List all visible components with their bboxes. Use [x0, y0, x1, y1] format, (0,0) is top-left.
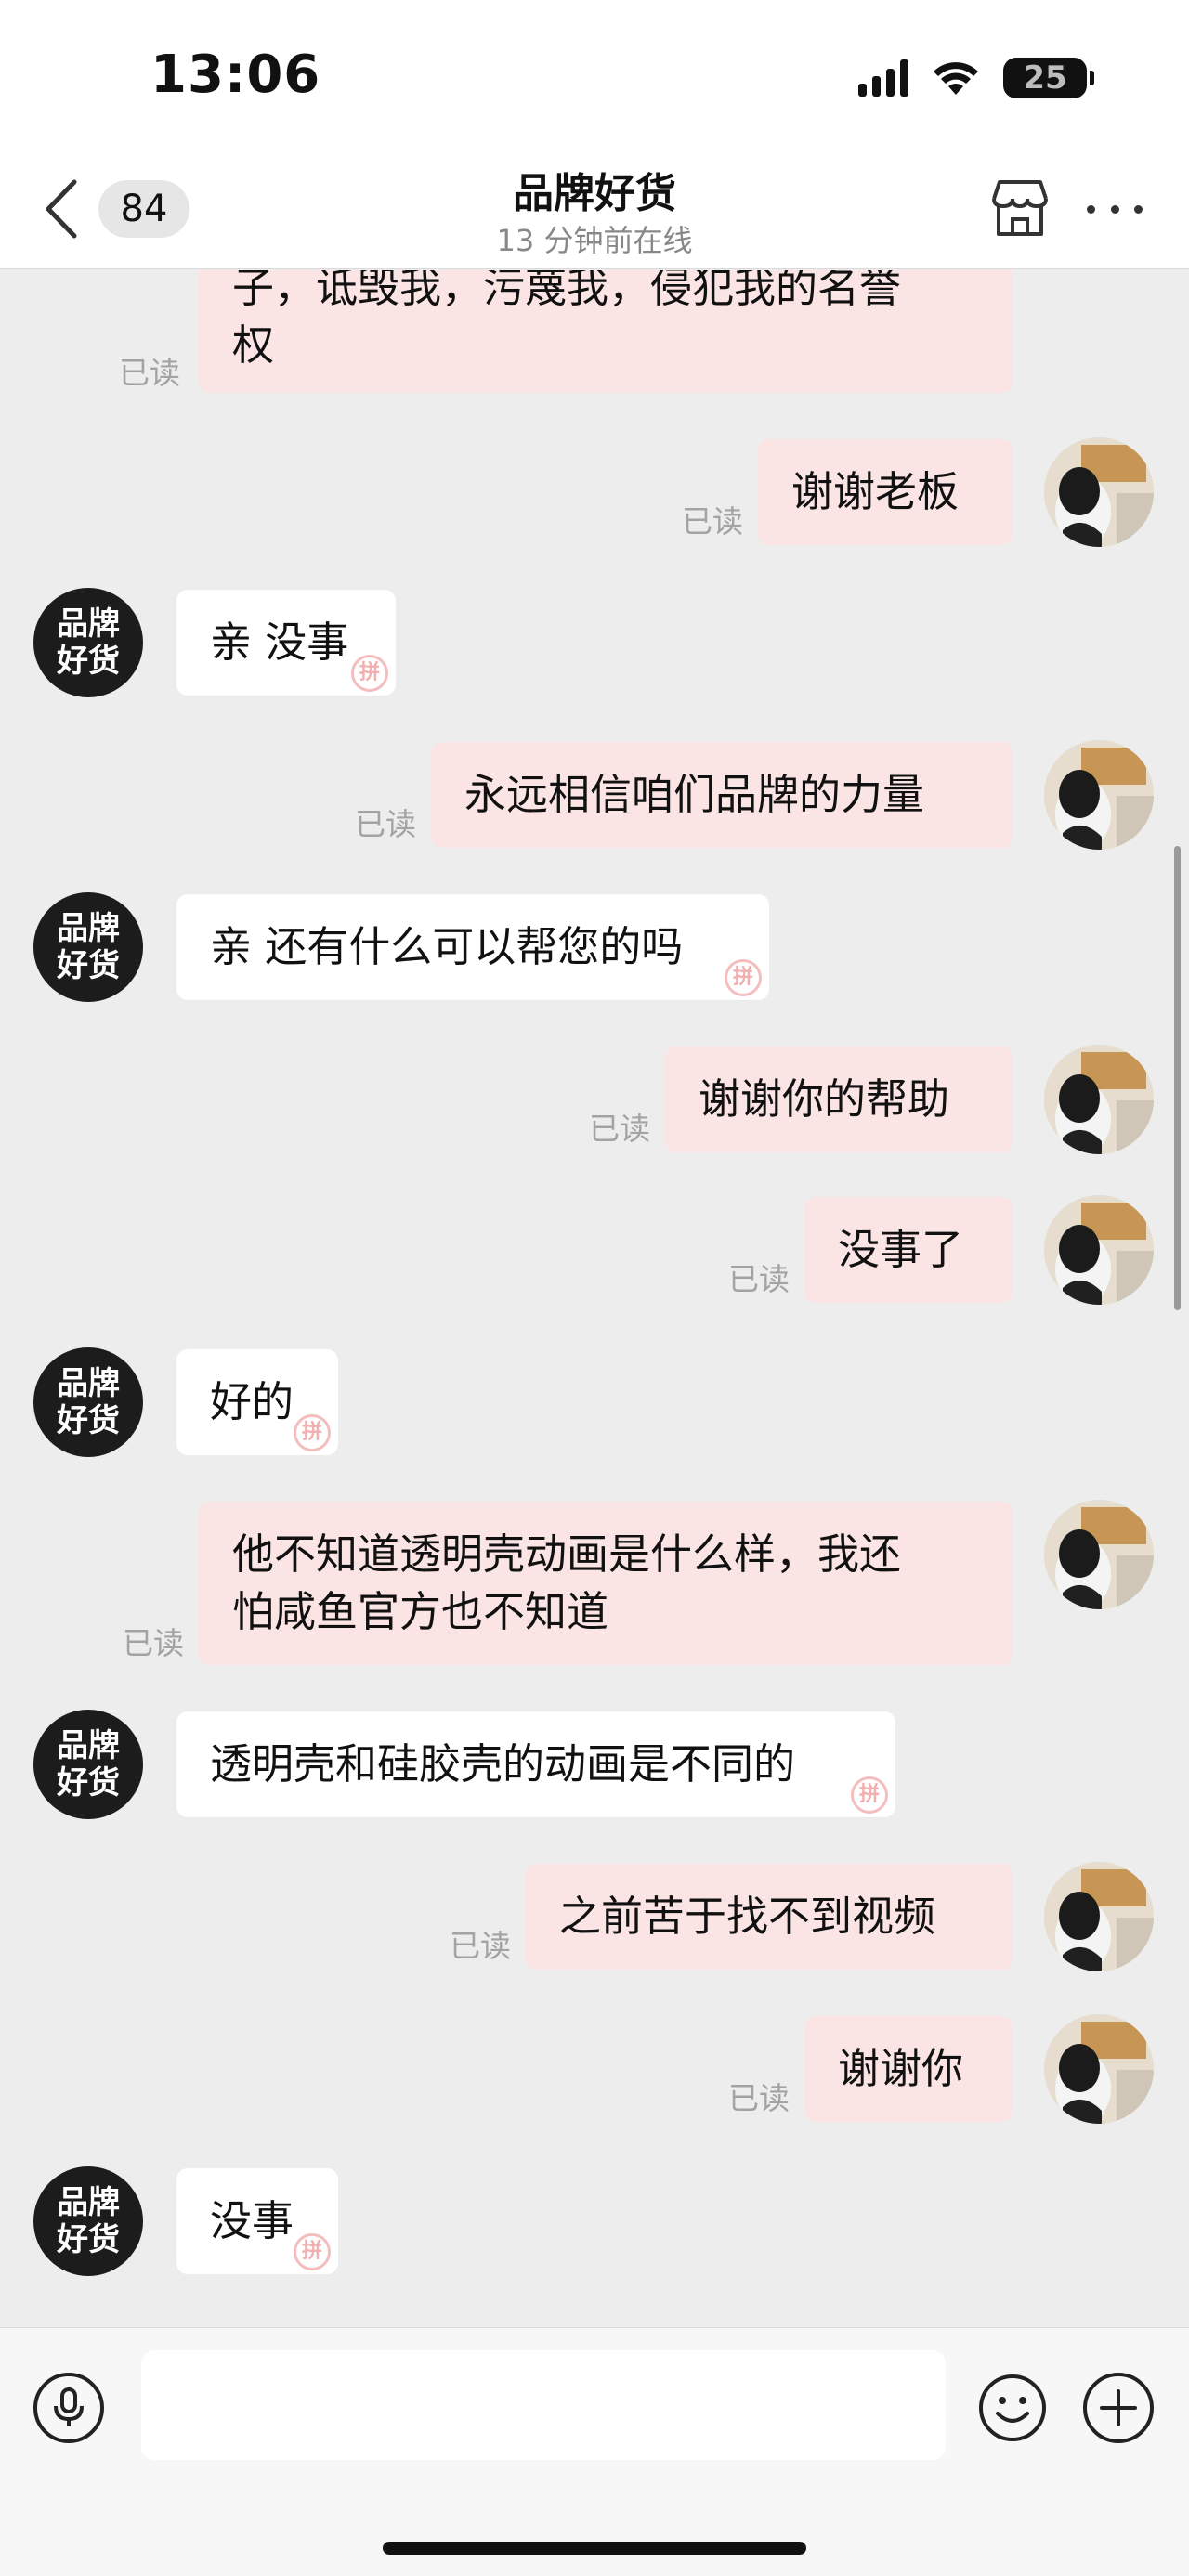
- more-options-button[interactable]: [1087, 186, 1143, 232]
- read-receipt: 已读: [682, 503, 743, 540]
- my-avatar[interactable]: [1044, 740, 1154, 850]
- merchant-stamp-icon: 拼: [851, 1776, 888, 1814]
- avatar-text-line: 品牌: [57, 910, 120, 947]
- shop-avatar[interactable]: 品牌 好货: [33, 892, 143, 1002]
- input-bar: [0, 2327, 1189, 2576]
- shop-avatar[interactable]: 品牌 好货: [33, 588, 143, 697]
- my-avatar[interactable]: [1044, 437, 1154, 547]
- merchant-stamp-icon: 拼: [725, 959, 762, 996]
- my-avatar[interactable]: [1044, 2014, 1154, 2124]
- cat-avatar-image: [1044, 2014, 1154, 2124]
- read-receipt: 已读: [355, 806, 416, 842]
- avatar-text-line: 品牌: [57, 605, 120, 643]
- shop-button[interactable]: [986, 175, 1053, 241]
- read-receipt: 已读: [728, 2080, 790, 2116]
- message-bubble-incoming[interactable]: 透明壳和硅胶壳的动画是不同的 拼: [176, 1711, 895, 1817]
- message-text: 亲 没事: [210, 618, 349, 667]
- my-avatar[interactable]: [1044, 1500, 1154, 1609]
- status-bar: 13:06 25: [0, 0, 1189, 149]
- message-text: 永远相信咱们品牌的力量: [464, 770, 925, 819]
- message-text: 谢谢你的帮助: [699, 1074, 950, 1124]
- cat-avatar-image: [1044, 1500, 1154, 1609]
- wifi-icon: [931, 59, 981, 97]
- battery-level: 25: [1023, 59, 1067, 97]
- message-text: 之前苦于找不到视频: [559, 1892, 936, 1941]
- dot-icon: [1110, 204, 1119, 214]
- avatar-text-line: 好货: [57, 2221, 120, 2258]
- message-bubble-outgoing[interactable]: 谢谢你的帮助: [665, 1047, 1013, 1152]
- message-text: 好的: [210, 1377, 294, 1426]
- status-time: 13:06: [150, 45, 321, 105]
- message-text: 谢谢老板: [791, 467, 960, 516]
- message-text: 谢谢你: [838, 2044, 964, 2093]
- cellular-signal-icon: [858, 59, 908, 97]
- scrollbar[interactable]: [1174, 846, 1181, 1310]
- message-text: 亲 还有什么可以帮您的吗: [210, 922, 684, 971]
- more-actions-button[interactable]: [1083, 2373, 1154, 2443]
- home-indicator[interactable]: [383, 2542, 806, 2555]
- message-text: 没事: [210, 2196, 294, 2245]
- microphone-icon: [54, 2387, 84, 2426]
- merchant-stamp-icon: 拼: [351, 655, 388, 692]
- avatar-text-line: 好货: [57, 643, 120, 680]
- merchant-stamp-icon: 拼: [294, 2233, 331, 2270]
- message-bubble-outgoing[interactable]: 他不知道透明壳动画是什么样，我还 怕咸鱼官方也不知道: [199, 1502, 1013, 1665]
- my-avatar[interactable]: [1044, 1045, 1154, 1154]
- voice-input-button[interactable]: [33, 2373, 104, 2443]
- message-bubble-outgoing[interactable]: 谢谢你: [804, 2016, 1013, 2122]
- emoji-button[interactable]: [977, 2373, 1048, 2443]
- message-text: 子，诋毁我，污蔑我，侵犯我的名誉 权: [232, 270, 902, 370]
- message-bubble-outgoing[interactable]: 之前苦于找不到视频: [526, 1864, 1013, 1970]
- avatar-text-line: 好货: [57, 1402, 120, 1439]
- read-receipt: 已读: [123, 1625, 184, 1661]
- message-bubble-incoming[interactable]: 没事 拼: [176, 2168, 338, 2274]
- merchant-stamp-icon: 拼: [294, 1414, 331, 1451]
- message-text: 他不知道透明壳动画是什么样，我还 怕咸鱼官方也不知道: [232, 1529, 902, 1636]
- message-bubble-incoming[interactable]: 亲 还有什么可以帮您的吗 拼: [176, 894, 769, 1000]
- message-bubble-outgoing[interactable]: 没事了: [804, 1197, 1013, 1303]
- message-text: 没事了: [838, 1225, 964, 1274]
- message-bubble-incoming[interactable]: 亲 没事 拼: [176, 590, 396, 696]
- read-receipt: 已读: [450, 1928, 511, 1964]
- smiley-icon: [979, 2374, 1046, 2441]
- read-receipt: 已读: [728, 1261, 790, 1297]
- shop-avatar[interactable]: 品牌 好货: [33, 1710, 143, 1819]
- read-receipt: 已读: [119, 355, 180, 391]
- avatar-text-line: 好货: [57, 947, 120, 984]
- my-avatar[interactable]: [1044, 1195, 1154, 1305]
- cat-avatar-image: [1044, 437, 1154, 547]
- cat-avatar-image: [1044, 1195, 1154, 1305]
- message-bubble-incoming[interactable]: 好的 拼: [176, 1349, 338, 1455]
- dot-icon: [1134, 204, 1143, 214]
- message-bubble-outgoing[interactable]: 永远相信咱们品牌的力量: [431, 742, 1013, 848]
- plus-icon: [1100, 2389, 1137, 2426]
- read-receipt: 已读: [589, 1111, 650, 1147]
- message-bubble-outgoing[interactable]: 谢谢老板: [758, 439, 1013, 545]
- status-icons: 25: [858, 58, 1094, 98]
- message-bubble-outgoing[interactable]: 子，诋毁我，污蔑我，侵犯我的名誉 权: [199, 270, 1013, 393]
- cat-avatar-image: [1044, 740, 1154, 850]
- message-text: 透明壳和硅胶壳的动画是不同的: [210, 1739, 796, 1789]
- shop-avatar[interactable]: 品牌 好货: [33, 2166, 143, 2276]
- avatar-text-line: 品牌: [57, 1365, 120, 1402]
- message-list[interactable]: 子，诋毁我，污蔑我，侵犯我的名誉 权 已读 谢谢老板 已读 品牌 好货 亲 没事…: [0, 270, 1189, 2327]
- avatar-text-line: 好货: [57, 1764, 120, 1802]
- dot-icon: [1087, 204, 1095, 214]
- avatar-text-line: 品牌: [57, 2184, 120, 2221]
- message-input[interactable]: [141, 2350, 946, 2460]
- my-avatar[interactable]: [1044, 1862, 1154, 1971]
- avatar-text-line: 品牌: [57, 1727, 120, 1764]
- cat-avatar-image: [1044, 1045, 1154, 1154]
- store-icon: [992, 180, 1048, 236]
- shop-avatar[interactable]: 品牌 好货: [33, 1347, 143, 1457]
- battery-icon: 25: [1003, 58, 1094, 98]
- cat-avatar-image: [1044, 1862, 1154, 1971]
- chat-header: 84 品牌好货 13 分钟前在线: [0, 149, 1189, 269]
